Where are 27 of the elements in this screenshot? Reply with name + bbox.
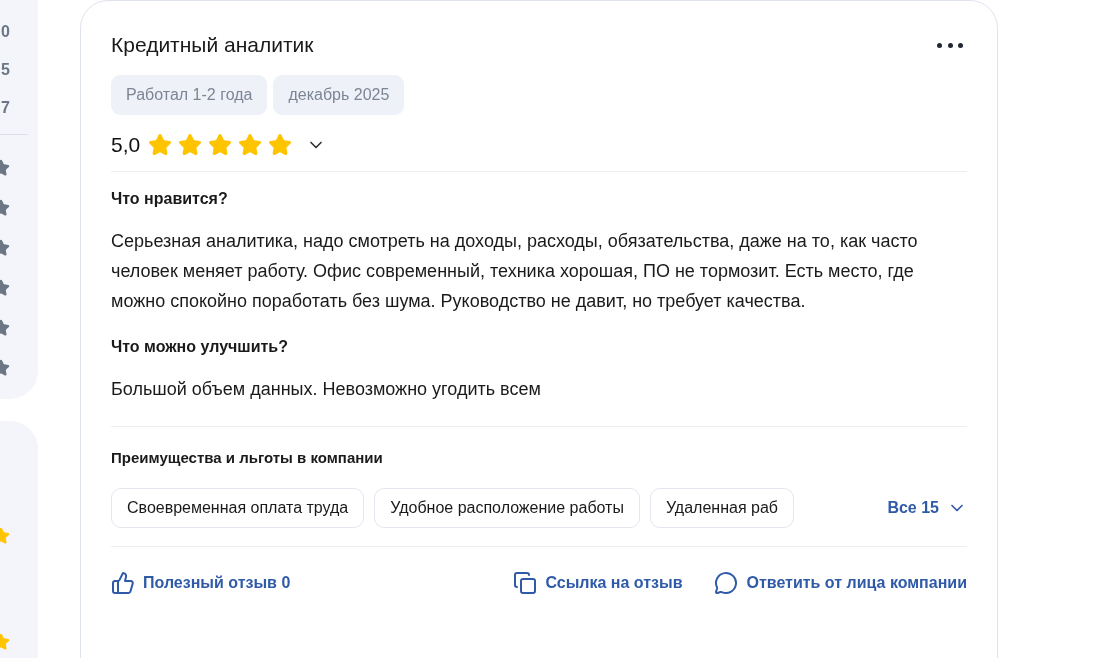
review-text: Серьезная аналитика, надо смотреть на доходы, расходы, обязательства, даже на то, как часто человек меняет работу. Офис современный, техника хорошая, ПО не тормозит. Есть место, где можно спокойно поработать без шума. Руководство не давит, но требует качества.: [111, 230, 919, 313]
star-icon: [268, 133, 293, 157]
rating-value: 0: [1, 22, 10, 42]
star-icon: [178, 133, 203, 157]
section-heading: Что нравится?: [111, 190, 229, 208]
rating-value: 5: [1, 60, 10, 80]
link-link[interactable]: Ссылка на отзыв: [513, 571, 683, 595]
review-tag: Работал 1-2 года: [111, 75, 268, 115]
chat-bubble-icon: [714, 571, 739, 595]
rating-score: 5,0: [111, 133, 141, 157]
review-text: Большой объем данных. Невозможно угодить всем: [111, 378, 542, 401]
review-tag: декабрь 2025: [273, 75, 405, 115]
star-icon: [238, 133, 263, 157]
copy-icon: [513, 571, 538, 595]
benefit-chip: Своевременная оплата труда: [111, 488, 365, 528]
star-icon: [148, 133, 173, 157]
benefits-heading: Преимущества и льготы в компании: [111, 449, 384, 466]
show-all-button[interactable]: Все 15: [887, 498, 967, 518]
benefit-chip: Удобное расположение работы: [374, 488, 640, 528]
star-icon: [208, 133, 233, 157]
thumbs-up-icon: [111, 571, 135, 595]
review-title: Кредитный аналитик: [111, 33, 314, 57]
section-heading: Что можно улучшить?: [111, 338, 289, 356]
benefit-chip: Удаленная раб: [649, 488, 794, 528]
reply-link[interactable]: Ответить от лица компании: [714, 571, 967, 595]
rating-value: 7: [1, 98, 10, 118]
like-link[interactable]: Полезный отзыв 0: [111, 571, 291, 595]
